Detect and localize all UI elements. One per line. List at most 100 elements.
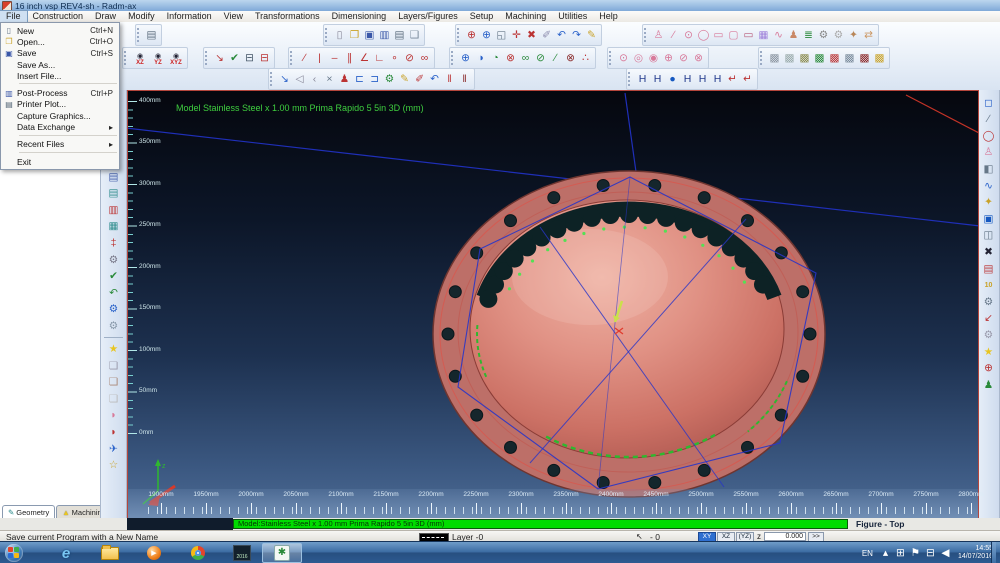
view-3d-icon[interactable]: ▣ xyxy=(981,212,997,227)
edit-box-left-icon[interactable]: ⊏ xyxy=(352,71,367,87)
gear-add-icon[interactable]: ⚙ xyxy=(106,302,122,317)
tray-expand-icon[interactable]: ▴ xyxy=(878,545,893,561)
circle-chain-icon[interactable]: ∞ xyxy=(518,50,533,66)
menu-item-insert-file[interactable]: Insert File... xyxy=(1,70,119,81)
menu-item-data-exchange[interactable]: Data Exchange▸ xyxy=(1,121,119,132)
favourite-star-icon[interactable]: ★ xyxy=(106,342,122,357)
select-line-icon[interactable]: ∕ xyxy=(981,112,997,127)
undo-green-icon[interactable]: ↶ xyxy=(106,286,122,301)
select-profile-icon[interactable]: ♙ xyxy=(981,145,997,160)
post-process-list-icon[interactable]: ▤ xyxy=(106,170,122,185)
verify-tick-icon[interactable]: ✔ xyxy=(227,50,242,66)
spacing-1-icon[interactable]: ‖ xyxy=(442,71,457,87)
menu-setup[interactable]: Setup xyxy=(464,11,500,22)
menu-file[interactable]: File xyxy=(0,11,27,22)
pick-red-arrow-icon[interactable]: ↙ xyxy=(981,311,997,326)
raise-profile-icon[interactable]: ♟ xyxy=(337,71,352,87)
menu-item-new[interactable]: ▯NewCtrl+N xyxy=(1,25,119,36)
taskbar-app-2016[interactable]: 2016 xyxy=(222,543,262,563)
menu-help[interactable]: Help xyxy=(593,11,624,22)
tab-geometry[interactable]: ✎Geometry xyxy=(2,505,55,518)
highlighter-icon[interactable]: ✎ xyxy=(584,27,599,43)
repaint-brush-icon[interactable]: ✐ xyxy=(539,27,554,43)
menu-item-exit[interactable]: Exit xyxy=(1,156,119,167)
zoom-in-icon[interactable]: ⊕ xyxy=(464,27,479,43)
flatten-red-icon[interactable]: ⊟ xyxy=(257,50,272,66)
select-person-icon[interactable]: ♟ xyxy=(981,378,997,393)
stamp-red-icon[interactable]: ✐ xyxy=(412,71,427,87)
zoom-named-icon[interactable]: ⊕ xyxy=(479,27,494,43)
menu-item-open[interactable]: ❐Open...Ctrl+O xyxy=(1,36,119,47)
copy-icon[interactable]: ❑ xyxy=(407,27,422,43)
taskbar-media-player[interactable]: ▶ xyxy=(134,543,174,563)
machine-gears-icon[interactable]: ⚙ xyxy=(981,295,997,310)
stamp-icon[interactable]: ✦ xyxy=(846,27,861,43)
settings-gear-icon[interactable]: ⚙ xyxy=(106,253,122,268)
view-xz-icon[interactable]: ◉XZ xyxy=(131,54,149,67)
ellipse-slash-icon[interactable]: ⊘ xyxy=(533,50,548,66)
zoom-extents-icon[interactable]: ✛ xyxy=(509,27,524,43)
network-icon[interactable]: ⊟ xyxy=(923,545,938,561)
break-element-icon[interactable]: ‹ xyxy=(307,71,322,87)
hatch-red-dot-icon[interactable]: ▩ xyxy=(827,50,842,66)
flatten-grey-icon[interactable]: ⊟ xyxy=(242,50,257,66)
dim-circle-6-icon[interactable]: ⊗ xyxy=(691,50,706,66)
hatch-grey-3-icon[interactable]: ▩ xyxy=(842,50,857,66)
print-icon[interactable]: ▤ xyxy=(392,27,407,43)
draw-bell-icon[interactable]: ♟ xyxy=(786,27,801,43)
line-vertical-icon[interactable]: | xyxy=(312,50,327,66)
layer-light-icon[interactable]: ❏ xyxy=(106,392,122,407)
snap-point-icon[interactable]: ↘ xyxy=(212,50,227,66)
surface-pink-icon[interactable]: ◗ xyxy=(106,408,122,423)
insert-symbol-icon[interactable]: ♙ xyxy=(651,27,666,43)
circle-three-point-icon[interactable]: ⊕ xyxy=(458,50,473,66)
select-circle-icon[interactable]: ◯ xyxy=(981,129,997,144)
show-desktop-button[interactable] xyxy=(991,542,996,563)
new-file-icon[interactable]: ▯ xyxy=(332,27,347,43)
view-named-2-icon[interactable]: H xyxy=(650,71,665,87)
deselect-all-icon[interactable]: ✖ xyxy=(981,245,997,260)
line-corner-icon[interactable]: ∟ xyxy=(372,50,387,66)
line-parallel-icon[interactable]: ∥ xyxy=(342,50,357,66)
draw-circle-icon[interactable]: ⊙ xyxy=(681,27,696,43)
trim-curve-icon[interactable]: ↘ xyxy=(277,71,292,87)
draw-rectangle-icon[interactable]: ▭ xyxy=(711,27,726,43)
undo-icon[interactable]: ↶ xyxy=(554,27,569,43)
view-named-1-icon[interactable]: H xyxy=(635,71,650,87)
line-two-point-icon[interactable]: ∕ xyxy=(297,50,312,66)
dim-circle-3-icon[interactable]: ◉ xyxy=(646,50,661,66)
gear-query-icon[interactable]: ⚙ xyxy=(106,319,122,334)
select-curve-icon[interactable]: ∿ xyxy=(981,179,997,194)
extend-curve-icon[interactable]: ◁ xyxy=(292,71,307,87)
pen-yellow-icon[interactable]: ✎ xyxy=(397,71,412,87)
menu-information[interactable]: Information xyxy=(161,11,218,22)
verify-check-icon[interactable]: ✔ xyxy=(106,269,122,284)
surface-red-icon[interactable]: ◗ xyxy=(106,425,122,440)
list-red-icon[interactable]: ▤ xyxy=(981,262,997,277)
select-solid-icon[interactable]: ◧ xyxy=(981,162,997,177)
save-file-icon[interactable]: ▣ xyxy=(362,27,377,43)
select-lamp-icon[interactable]: ✦ xyxy=(981,195,997,210)
action-center-icon[interactable]: ⊞ xyxy=(893,545,908,561)
dim-circle-1-icon[interactable]: ⊙ xyxy=(616,50,631,66)
layer-brown-icon[interactable]: ❏ xyxy=(106,375,122,390)
menu-item-save[interactable]: ▣SaveCtrl+S xyxy=(1,48,119,59)
menu-machining[interactable]: Machining xyxy=(499,11,552,22)
dimension-lines-icon[interactable]: ‡ xyxy=(106,236,122,251)
taskbar-ie[interactable]: e xyxy=(46,543,86,563)
circle-add-icon[interactable]: ⊕ xyxy=(981,361,997,376)
taskbar-radmax-active[interactable]: ✱ xyxy=(262,543,302,563)
view-pan-box-icon[interactable]: ◫ xyxy=(981,228,997,243)
arc-delete-icon[interactable]: ⊗ xyxy=(563,50,578,66)
view-globe-icon[interactable]: ● xyxy=(665,71,680,87)
hatch-grey-2-icon[interactable]: ▩ xyxy=(782,50,797,66)
line-angle-icon[interactable]: ∠ xyxy=(357,50,372,66)
menu-dimensioning[interactable]: Dimensioning xyxy=(326,11,393,22)
nc-editor-icon[interactable]: ▤ xyxy=(106,186,122,201)
zoom-window-icon[interactable]: ◱ xyxy=(494,27,509,43)
taskbar-chrome[interactable] xyxy=(178,543,218,563)
hatch-green-icon[interactable]: ▩ xyxy=(812,50,827,66)
draw-slot-icon[interactable]: ▭ xyxy=(741,27,756,43)
redo-icon[interactable]: ↷ xyxy=(569,27,584,43)
draw-text-box-icon[interactable]: ▦ xyxy=(756,27,771,43)
